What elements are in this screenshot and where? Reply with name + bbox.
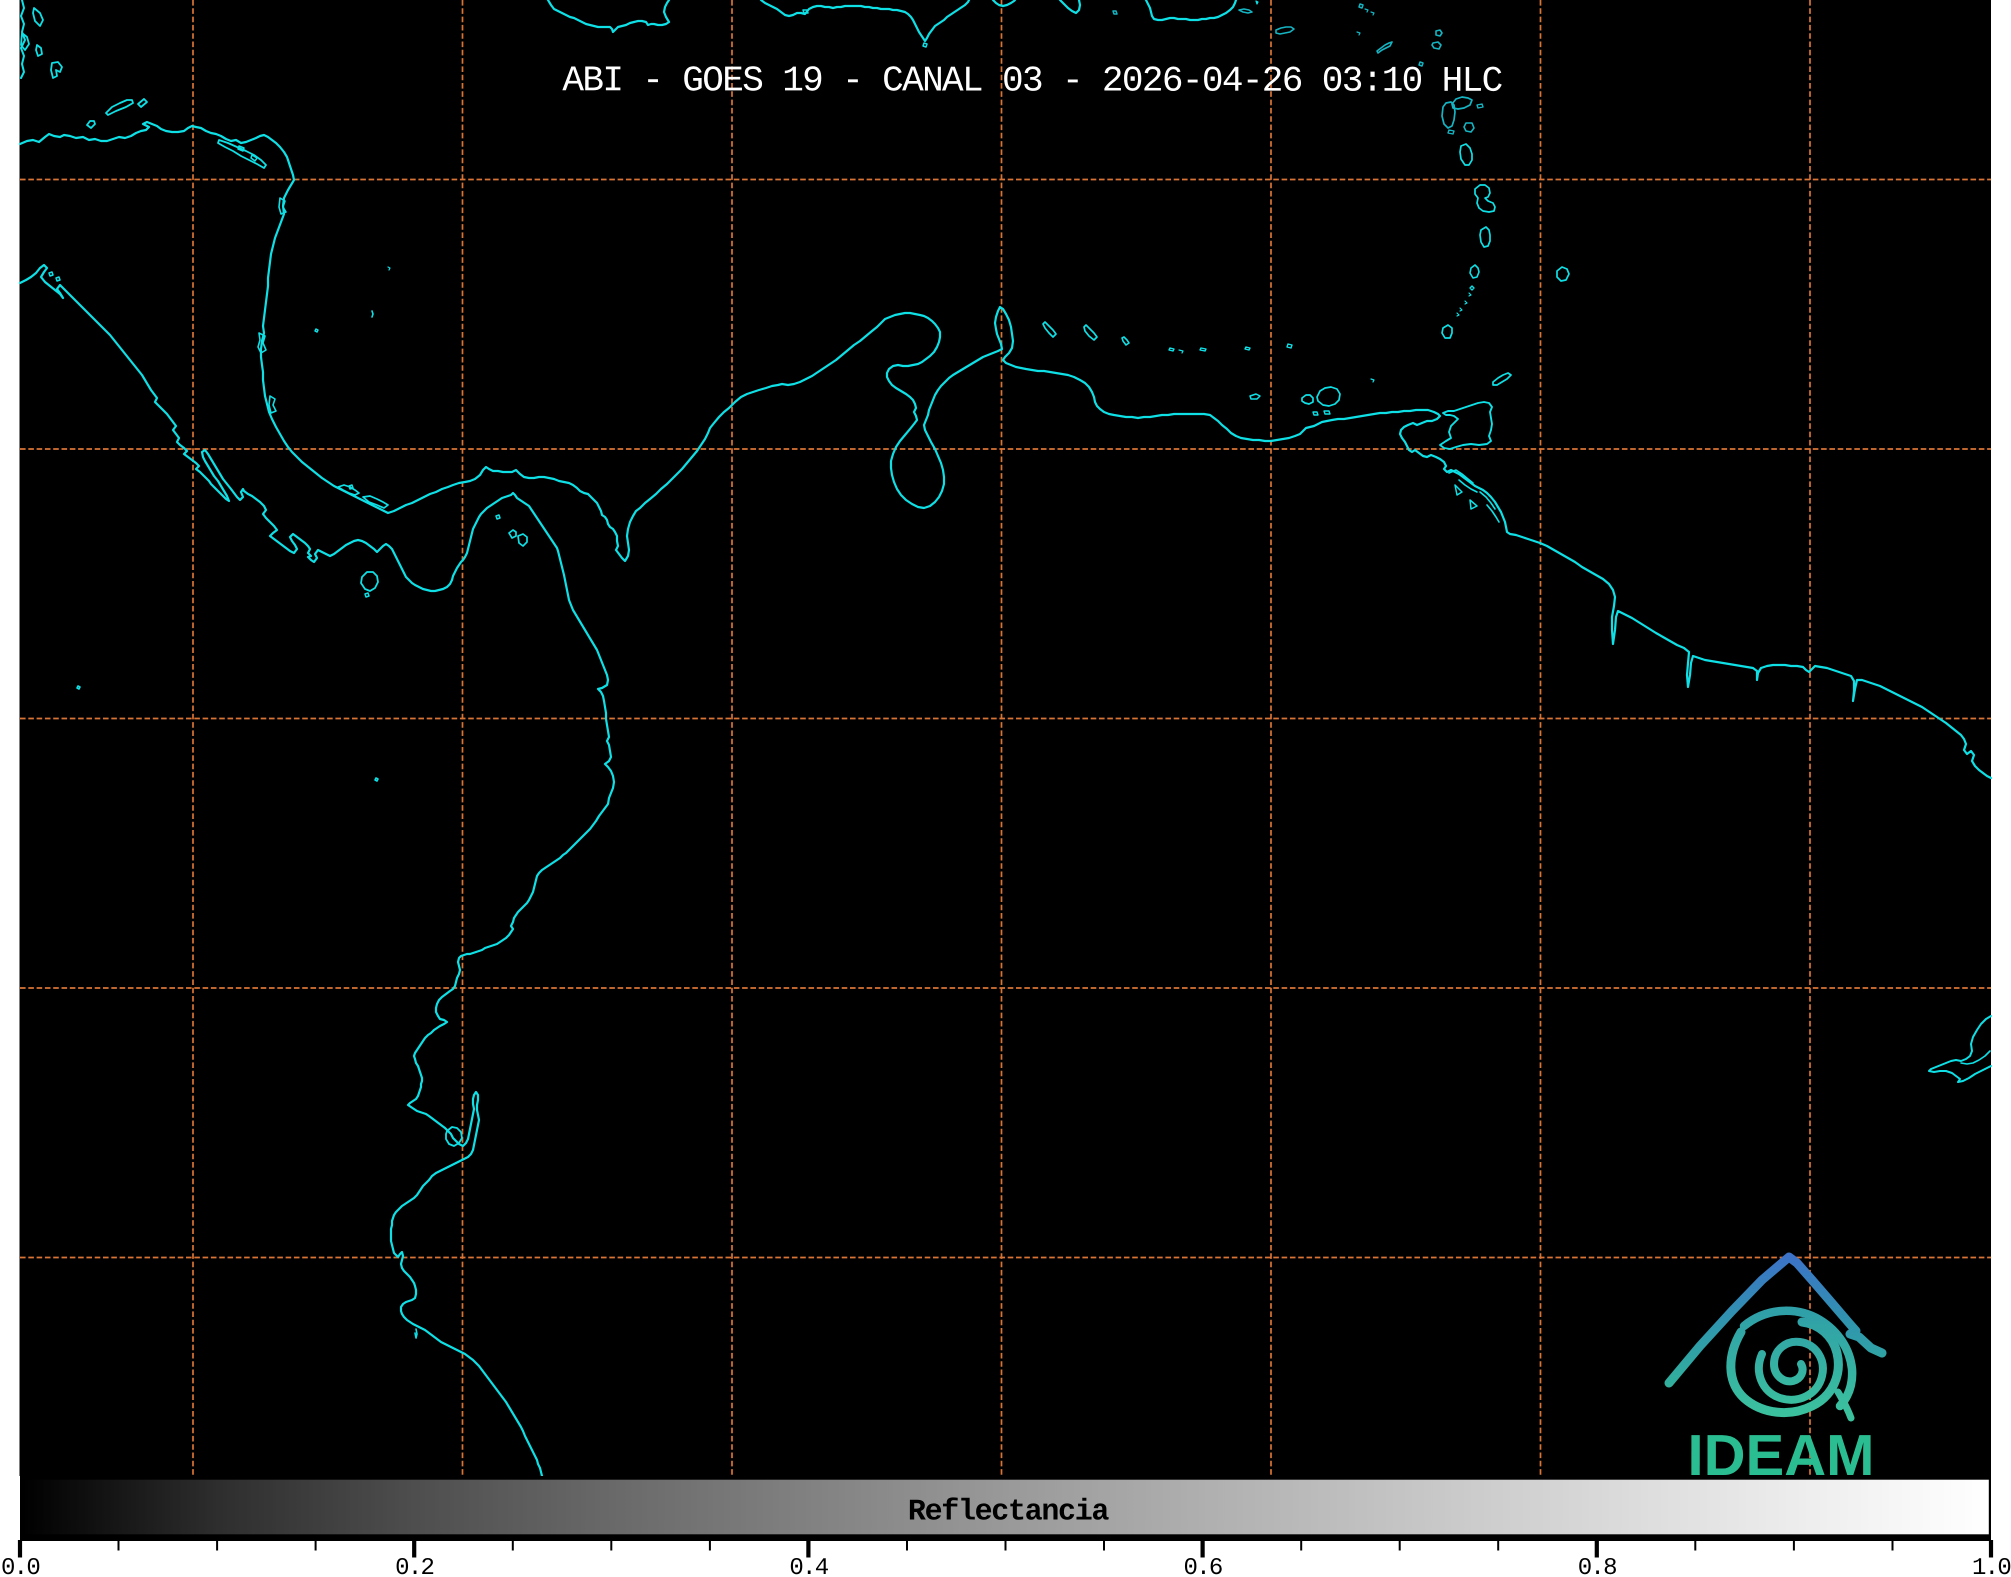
svg-text:0.0: 0.0 xyxy=(1,1555,39,1577)
svg-text:ABI - GOES 19 - CANAL 03 - 202: ABI - GOES 19 - CANAL 03 - 2026-04-26 03… xyxy=(562,60,1502,101)
svg-text:0.2: 0.2 xyxy=(395,1555,433,1577)
svg-text:0.8: 0.8 xyxy=(1578,1555,1616,1577)
svg-text:0.4: 0.4 xyxy=(789,1555,828,1577)
svg-text:0.6: 0.6 xyxy=(1184,1555,1222,1577)
svg-text:1.0: 1.0 xyxy=(1972,1555,2010,1577)
svg-text:Reflectancia: Reflectancia xyxy=(908,1495,1110,1529)
svg-text:IDEAM: IDEAM xyxy=(1688,1423,1875,1488)
